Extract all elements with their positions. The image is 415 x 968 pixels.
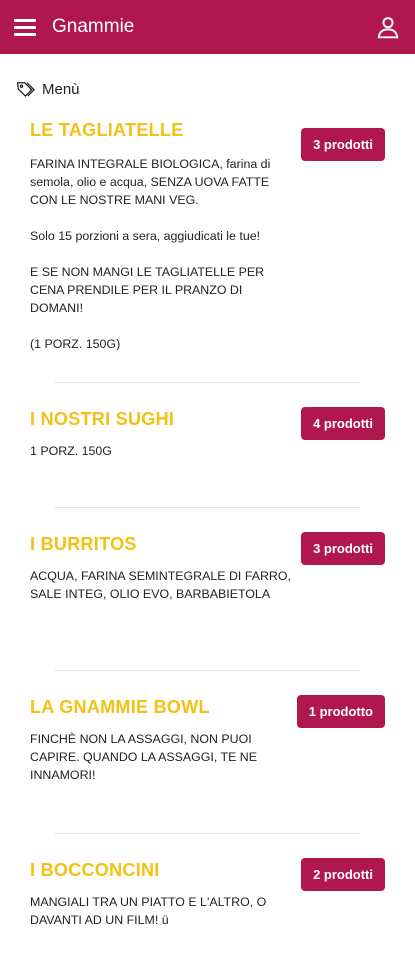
products-button[interactable]: 3 prodotti bbox=[301, 532, 385, 565]
item-title: LA GNAMMIE BOWL bbox=[30, 697, 210, 717]
item-title: LE TAGLIATELLE bbox=[30, 120, 184, 140]
list-item[interactable]: I BOCCONCINI 2 prodotti MANGIALI TRA UN … bbox=[0, 834, 415, 968]
item-description: FARINA INTEGRALE BIOLOGICA, farina di se… bbox=[30, 157, 271, 351]
item-title: I BURRITOS bbox=[30, 534, 137, 554]
item-description: 1 PORZ. 150G bbox=[30, 444, 112, 458]
list-item[interactable]: LE TAGLIATELLE 3 prodotti FARINA INTEGRA… bbox=[0, 118, 415, 382]
products-button[interactable]: 2 prodotti bbox=[301, 858, 385, 891]
item-description: ACQUA, FARINA SEMINTEGRALE DI FARRO, SAL… bbox=[30, 569, 291, 601]
item-description: FINCHÈ NON LA ASSAGGI, NON PUOI CAPIRE. … bbox=[30, 732, 257, 782]
products-button[interactable]: 4 prodotti bbox=[301, 407, 385, 440]
section-label: Menù bbox=[42, 80, 80, 98]
item-description: MANGIALI TRA UN PIATTO E L'ALTRO, O DAVA… bbox=[30, 895, 267, 927]
list-item[interactable]: LA GNAMMIE BOWL 1 prodotto FINCHÈ NON LA… bbox=[0, 671, 415, 833]
products-button[interactable]: 3 prodotti bbox=[301, 128, 385, 161]
tags-icon bbox=[16, 82, 35, 97]
list-item[interactable]: I NOSTRI SUGHI 4 prodotti 1 PORZ. 150G bbox=[0, 383, 415, 507]
hamburger-menu-icon[interactable] bbox=[14, 16, 36, 38]
app-bar: Gnammie bbox=[0, 0, 415, 54]
app-title: Gnammie bbox=[52, 16, 135, 37]
list-item[interactable]: I BURRITOS 3 prodotti ACQUA, FARINA SEMI… bbox=[0, 508, 415, 670]
products-button[interactable]: 1 prodotto bbox=[296, 695, 385, 728]
item-title: I NOSTRI SUGHI bbox=[30, 409, 175, 429]
user-icon[interactable] bbox=[375, 14, 401, 40]
item-title: I BOCCONCINI bbox=[30, 860, 160, 880]
menu-list: LE TAGLIATELLE 3 prodotti FARINA INTEGRA… bbox=[0, 98, 415, 968]
section-header: Menù bbox=[0, 54, 415, 98]
